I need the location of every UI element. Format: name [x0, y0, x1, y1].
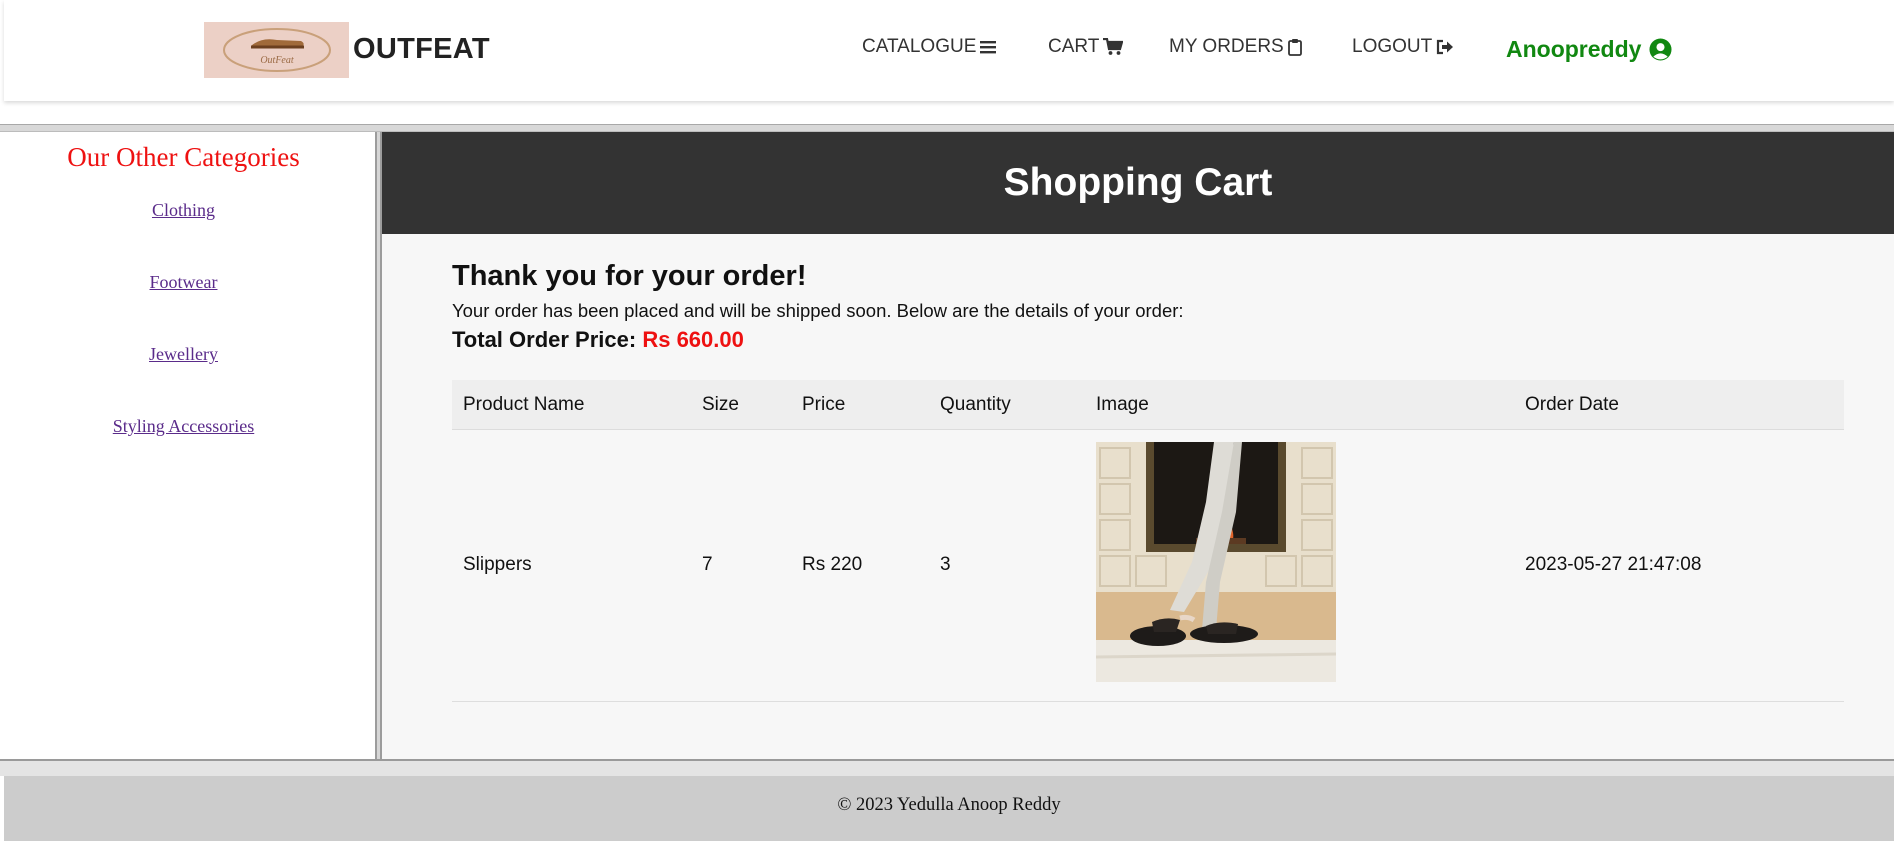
- nav-logout[interactable]: LOGOUT: [1352, 36, 1454, 58]
- sidebar-link-footwear[interactable]: Footwear: [0, 272, 367, 293]
- sidebar-link-clothing[interactable]: Clothing: [0, 200, 367, 221]
- site-logo[interactable]: OutFeat: [204, 22, 349, 78]
- nav-catalogue[interactable]: CATALOGUE: [862, 36, 997, 58]
- column-header-quantity: Quantity: [940, 394, 1011, 415]
- cell-price: Rs 220: [802, 554, 863, 575]
- product-image: [1096, 442, 1336, 682]
- footer-copyright: © 2023 Yedulla Anoop Reddy: [837, 795, 1061, 815]
- column-header-order-date: Order Date: [1525, 394, 1619, 415]
- slippers-photo: [1096, 442, 1336, 682]
- nav-my-orders-label: MY ORDERS: [1169, 36, 1284, 57]
- nav-cart[interactable]: CART: [1048, 36, 1124, 58]
- sidebar-link-styling-accessories[interactable]: Styling Accessories: [0, 416, 367, 437]
- sign-out-icon: [1437, 39, 1454, 55]
- cell-order-date: 2023-05-27 21:47:08: [1525, 554, 1702, 575]
- user-circle-icon: [1649, 38, 1672, 61]
- sidebar-link-jewellery[interactable]: Jewellery: [0, 344, 367, 365]
- table-row: Slippers 7 Rs 220 3 2023-05-27 21:47:08: [452, 430, 1844, 702]
- column-header-product: Product Name: [463, 394, 585, 415]
- footer-separator: [0, 759, 1894, 776]
- order-thanks-heading: Thank you for your order!: [452, 260, 807, 292]
- sidebar-title: Our Other Categories: [67, 142, 300, 172]
- logo-image: OutFeat: [222, 28, 331, 72]
- table-header-row: Product Name Size Price Quantity Image O…: [452, 380, 1844, 430]
- nav-my-orders[interactable]: MY ORDERS: [1169, 36, 1302, 58]
- clipboard-icon: [1287, 39, 1302, 56]
- cell-product-name: Slippers: [463, 554, 532, 575]
- main-content: Shopping Cart Thank you for your order! …: [382, 132, 1894, 759]
- site-footer: © 2023 Yedulla Anoop Reddy: [4, 776, 1894, 841]
- cell-size: 7: [702, 554, 713, 575]
- bars-icon: [980, 41, 997, 54]
- category-sidebar: Our Other Categories Clothing Footwear J…: [0, 132, 375, 759]
- site-header: OutFeat OUTFEAT CATALOGUE CART MY ORDERS…: [4, 0, 1894, 101]
- nav-cart-label: CART: [1048, 36, 1100, 57]
- brand-name[interactable]: OUTFEAT: [353, 33, 490, 66]
- column-header-size: Size: [702, 394, 739, 415]
- order-total: Total Order Price: Rs 660.00: [452, 327, 744, 353]
- svg-text:OutFeat: OutFeat: [260, 55, 294, 66]
- nav-catalogue-label: CATALOGUE: [862, 36, 977, 57]
- nav-logout-label: LOGOUT: [1352, 36, 1433, 57]
- cell-quantity: 3: [940, 554, 951, 575]
- column-header-price: Price: [802, 394, 846, 415]
- order-description: Your order has been placed and will be s…: [452, 300, 1184, 321]
- user-name: Anoopreddy: [1506, 36, 1642, 62]
- order-table: Product Name Size Price Quantity Image O…: [452, 380, 1844, 702]
- page-title: Shopping Cart: [382, 132, 1894, 234]
- shopping-cart-icon: [1103, 38, 1124, 55]
- header-separator: [0, 124, 1894, 132]
- user-account[interactable]: Anoopreddy: [1506, 36, 1672, 63]
- order-total-label: Total Order Price:: [452, 327, 637, 352]
- column-header-image: Image: [1096, 394, 1149, 415]
- order-total-value: Rs 660.00: [642, 327, 744, 352]
- sidebar-divider: [375, 132, 382, 759]
